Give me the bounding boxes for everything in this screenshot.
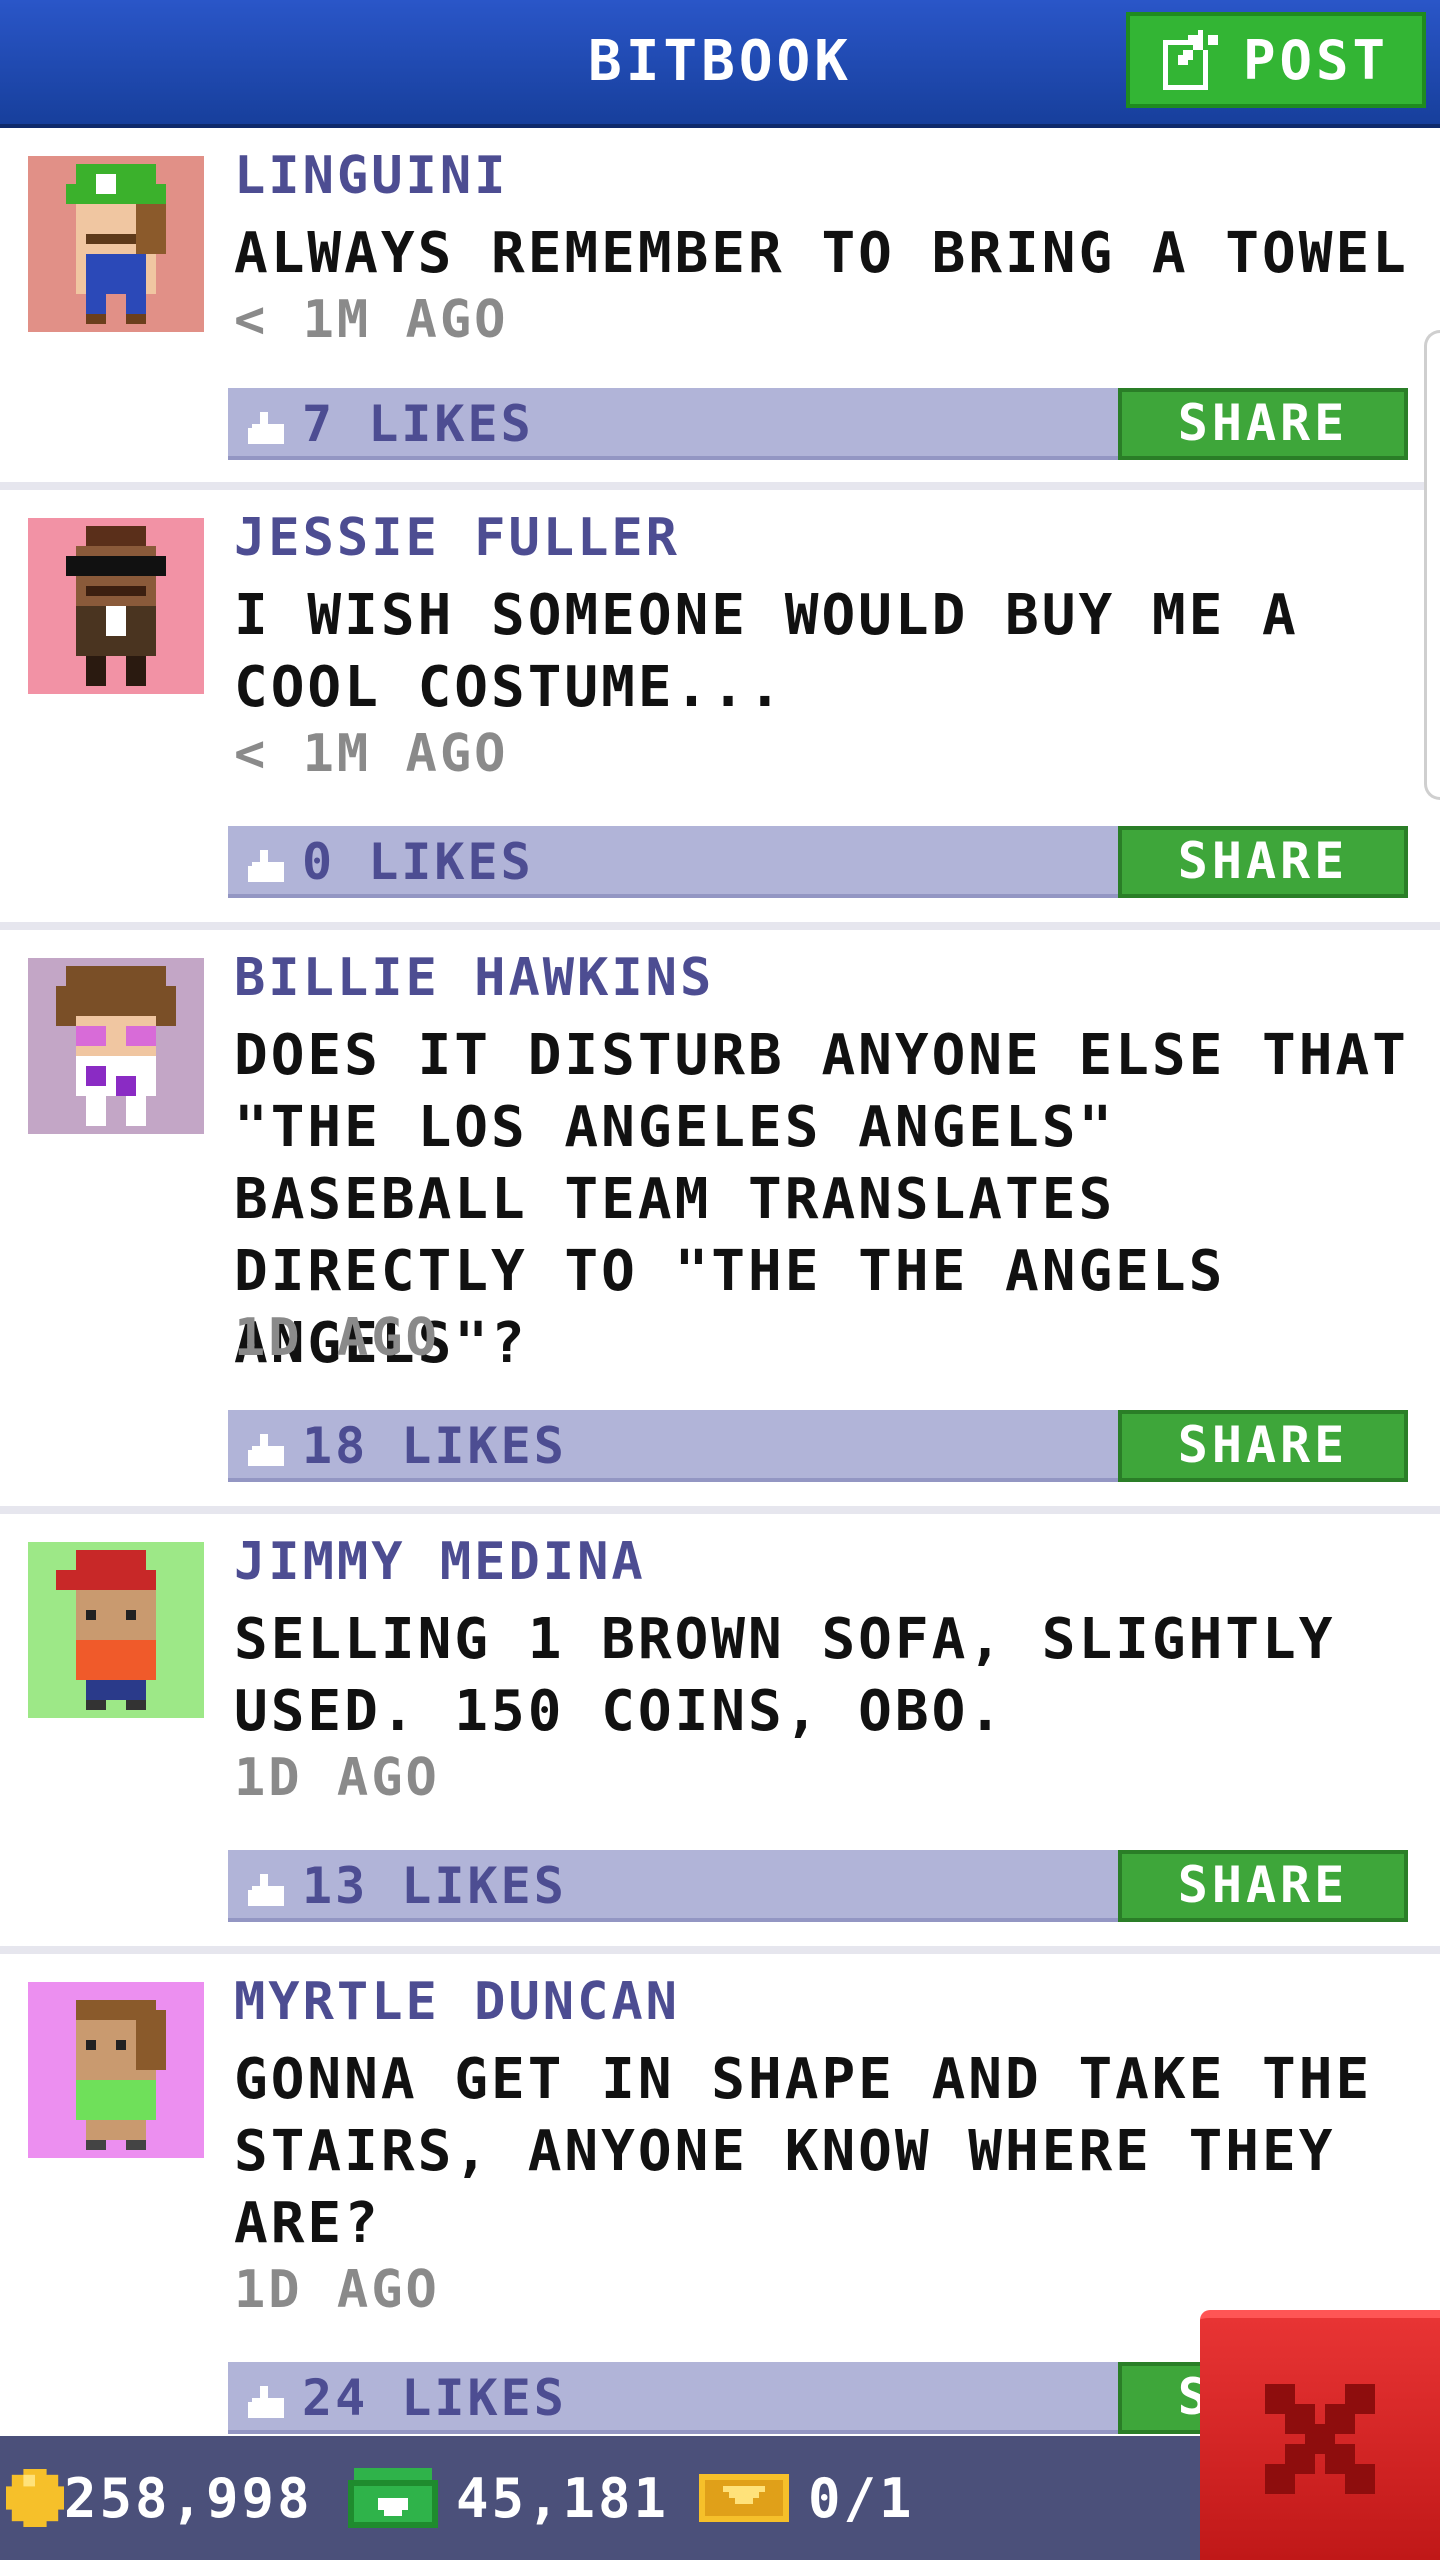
- tickets-stat: 0/1: [698, 2436, 915, 2560]
- myrtle-duncan-avatar-icon: [76, 2000, 166, 2150]
- billie-hawkins-avatar-icon: [56, 966, 176, 1126]
- post-time: < 1M AGO: [234, 724, 509, 784]
- linguini-avatar-icon: [66, 164, 166, 324]
- like-button[interactable]: 18 LIKES: [248, 1410, 567, 1482]
- share-button[interactable]: SHARE: [1118, 1410, 1408, 1482]
- bux-stat: 45,181: [348, 2436, 669, 2560]
- likes-bar: 0 LIKES SHARE: [228, 826, 1408, 898]
- coins-value: 258,998: [64, 2466, 313, 2530]
- tickets-value: 0/1: [808, 2466, 915, 2530]
- close-button[interactable]: [1200, 2310, 1440, 2560]
- post-author[interactable]: BILLIE HAWKINS: [234, 948, 714, 1008]
- post-author[interactable]: MYRTLE DUNCAN: [234, 1972, 680, 2032]
- coins-stat: 258,998: [6, 2436, 313, 2560]
- jessie-fuller-avatar-icon: [66, 526, 166, 686]
- ticket-icon: [699, 2474, 789, 2522]
- avatar[interactable]: [28, 958, 204, 1134]
- post-author[interactable]: JIMMY MEDINA: [234, 1532, 646, 1592]
- share-button[interactable]: SHARE: [1118, 1850, 1408, 1922]
- avatar[interactable]: [28, 1542, 204, 1718]
- avatar[interactable]: [28, 156, 204, 332]
- likes-bar: 13 LIKES SHARE: [228, 1850, 1408, 1922]
- post-time: < 1M AGO: [234, 290, 509, 350]
- post-time: 1D AGO: [234, 1308, 440, 1368]
- thumbs-up-icon: [248, 849, 284, 882]
- post-message: SELLING 1 BROWN SOFA, SLIGHTLY USED. 150…: [234, 1607, 1336, 1744]
- post-author[interactable]: JESSIE FULLER: [234, 508, 680, 568]
- post-item: LINGUINI ALWAYS REMEMBER TO BRING A TOWE…: [0, 128, 1440, 490]
- thumbs-up-icon: [248, 1433, 284, 1466]
- bux-value: 45,181: [456, 2466, 670, 2530]
- thumbs-up-icon: [248, 1873, 284, 1906]
- avatar[interactable]: [28, 1982, 204, 2158]
- likes-count: 24 LIKES: [302, 2369, 567, 2427]
- likes-count: 0 LIKES: [302, 833, 534, 891]
- like-button[interactable]: 7 LIKES: [248, 388, 534, 460]
- edit-icon: [1162, 30, 1223, 90]
- likes-bar: 18 LIKES SHARE: [228, 1410, 1408, 1482]
- post-button-label: POST: [1242, 28, 1390, 92]
- post-author[interactable]: LINGUINI: [234, 146, 508, 206]
- likes-count: 18 LIKES: [302, 1417, 567, 1475]
- jimmy-medina-avatar-icon: [56, 1550, 156, 1710]
- post-message: GONNA GET IN SHAPE AND TAKE THE STAIRS, …: [234, 2047, 1373, 2256]
- like-button[interactable]: 13 LIKES: [248, 1850, 567, 1922]
- post-item: BILLIE HAWKINS DOES IT DISTURB ANYONE EL…: [0, 930, 1440, 1514]
- post-item: JIMMY MEDINA SELLING 1 BROWN SOFA, SLIGH…: [0, 1514, 1440, 1954]
- likes-count: 13 LIKES: [302, 1857, 567, 1915]
- post-item: JESSIE FULLER I WISH SOMEONE WOULD BUY M…: [0, 490, 1440, 930]
- post-button[interactable]: POST: [1126, 12, 1426, 108]
- post-time: 1D AGO: [234, 2260, 440, 2320]
- thumbs-up-icon: [248, 411, 284, 444]
- likes-count: 7 LIKES: [302, 395, 534, 453]
- scroll-handle[interactable]: [1424, 330, 1440, 800]
- post-message: I WISH SOMEONE WOULD BUY ME A COOL COSTU…: [234, 583, 1299, 720]
- coin-icon: [6, 2469, 64, 2527]
- thumbs-up-icon: [248, 2385, 284, 2418]
- post-message: ALWAYS REMEMBER TO BRING A TOWEL: [234, 221, 1409, 286]
- likes-bar: 7 LIKES SHARE: [228, 388, 1408, 460]
- share-button[interactable]: SHARE: [1118, 826, 1408, 898]
- bux-icon: [348, 2468, 438, 2528]
- avatar[interactable]: [28, 518, 204, 694]
- app-header: BITBOOK POST: [0, 0, 1440, 128]
- post-time: 1D AGO: [234, 1748, 440, 1808]
- like-button[interactable]: 0 LIKES: [248, 826, 534, 898]
- close-icon: [1265, 2384, 1375, 2494]
- share-button[interactable]: SHARE: [1118, 388, 1408, 460]
- like-button[interactable]: 24 LIKES: [248, 2362, 567, 2434]
